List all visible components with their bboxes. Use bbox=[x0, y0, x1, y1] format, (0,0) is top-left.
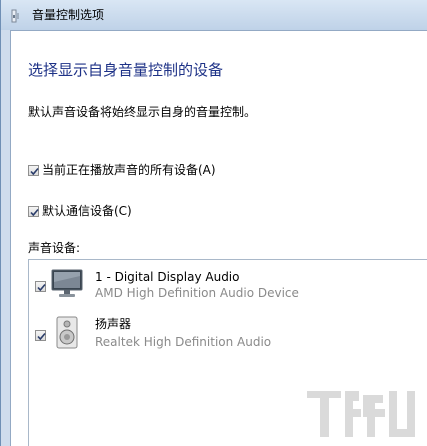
device-speaker-checkbox[interactable] bbox=[35, 330, 46, 341]
option-default-comm-device-checkbox[interactable] bbox=[28, 205, 39, 217]
speaker-app-icon bbox=[10, 8, 24, 23]
device-subtitle: AMD High Definition Audio Device bbox=[95, 286, 299, 300]
option-default-comm-device[interactable]: 默认通信设备(C) bbox=[28, 203, 132, 219]
option-all-playing-devices[interactable]: 当前正在播放声音的所有设备(A) bbox=[28, 162, 216, 178]
device-name: 扬声器 bbox=[95, 317, 132, 331]
title-bar[interactable]: 音量控制选项 bbox=[1, 0, 427, 30]
watermark-logo-icon bbox=[301, 385, 421, 443]
window-title: 音量控制选项 bbox=[32, 8, 105, 22]
device-item-digital-display-audio[interactable]: 1 - Digital Display Audio AMD High Defin… bbox=[29, 266, 427, 306]
monitor-icon bbox=[51, 267, 83, 303]
speaker-icon bbox=[51, 316, 83, 354]
device-name: 1 - Digital Display Audio bbox=[95, 270, 240, 284]
option-all-playing-devices-checkbox[interactable] bbox=[28, 164, 39, 176]
option-default-comm-device-label: 默认通信设备(C) bbox=[42, 204, 132, 218]
volume-options-window: 音量控制选项 选择显示自身音量控制的设备 默认声音设备将始终显示自身的音量控制。… bbox=[0, 0, 427, 446]
checkmark-icon bbox=[37, 283, 46, 292]
description-text: 默认声音设备将始终显示自身的音量控制。 bbox=[28, 105, 257, 119]
dialog-content: 选择显示自身音量控制的设备 默认声音设备将始终显示自身的音量控制。 当前正在播放… bbox=[10, 30, 427, 446]
checkmark-icon bbox=[37, 332, 46, 341]
sound-devices-label: 声音设备: bbox=[28, 241, 81, 255]
device-digital-display-audio-checkbox[interactable] bbox=[35, 281, 46, 292]
checkmark-icon bbox=[30, 167, 39, 175]
checkmark-icon bbox=[30, 208, 39, 216]
page-heading: 选择显示自身音量控制的设备 bbox=[28, 61, 224, 79]
device-subtitle: Realtek High Definition Audio bbox=[95, 335, 272, 349]
device-item-speaker[interactable]: 扬声器 Realtek High Definition Audio bbox=[29, 314, 427, 354]
option-all-playing-devices-label: 当前正在播放声音的所有设备(A) bbox=[42, 163, 216, 177]
